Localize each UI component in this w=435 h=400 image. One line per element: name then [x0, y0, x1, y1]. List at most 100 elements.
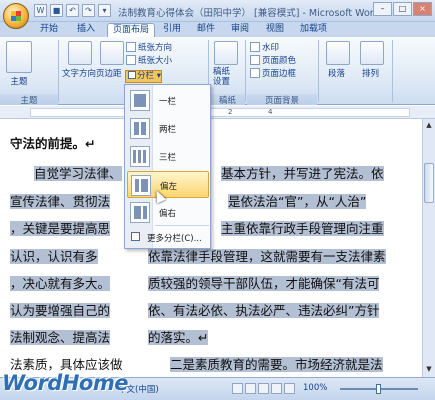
- full-screen-view-icon[interactable]: [245, 383, 256, 394]
- right-column-icon: [130, 202, 150, 223]
- document-line: 主重依靠行政手段管理向注重: [221, 218, 384, 236]
- scroll-up-icon[interactable]: ▲: [424, 121, 434, 131]
- menu-item-right[interactable]: 偏右: [127, 199, 209, 226]
- line-text: ，决心就有多大。: [10, 276, 111, 291]
- menu-item-left[interactable]: 偏左: [127, 171, 209, 198]
- menu-item-label: 三栏: [159, 153, 177, 163]
- manuscript-label: 稿纸 设置: [213, 67, 231, 87]
- paper-size-icon: [126, 55, 136, 65]
- text-direction-label: 文字方向: [62, 69, 97, 79]
- themes-icon[interactable]: [6, 41, 32, 73]
- menu-item-two-columns[interactable]: 两栏: [127, 115, 209, 142]
- document-line: 是依法治“官”，从“人治”: [228, 191, 367, 209]
- redo-icon[interactable]: ↷: [82, 4, 95, 17]
- orientation-icon: [126, 42, 136, 52]
- columns-label: 分栏: [137, 71, 155, 81]
- watermark-icon: [250, 42, 260, 52]
- document-page[interactable]: 守法的前提。↵ 自觉学习法律、 基本方针，并写进了宪法。依 宣传法律、贯彻法 是…: [0, 119, 422, 377]
- scroll-down-icon[interactable]: ▼: [424, 365, 434, 375]
- tab-review[interactable]: 审阅: [231, 23, 249, 37]
- line-text: 二是素质教育的需要。市场经济就是法: [170, 357, 383, 372]
- line-text: 质较强的领导干部队伍，才能确保“有法可: [148, 276, 380, 291]
- manuscript-icon[interactable]: [214, 41, 238, 65]
- paragraph-icon[interactable]: [326, 41, 350, 65]
- menu-item-three-columns[interactable]: 三栏: [127, 143, 209, 170]
- menu-item-more-columns[interactable]: 更多分栏(C)...: [127, 230, 209, 244]
- one-column-icon: [130, 90, 150, 111]
- two-columns-icon: [130, 118, 150, 139]
- office-button[interactable]: [3, 3, 29, 29]
- page-color-label: 页面颜色: [262, 56, 297, 66]
- zoom-slider-knob[interactable]: [376, 384, 381, 394]
- page-borders-button[interactable]: 页面边框: [250, 68, 296, 80]
- arrange-icon[interactable]: [360, 41, 384, 65]
- tab-references[interactable]: 引用: [163, 23, 181, 37]
- tab-insert[interactable]: 插入: [77, 23, 95, 37]
- watermark-button[interactable]: 水印: [250, 42, 279, 54]
- undo-icon[interactable]: ↶: [66, 4, 79, 17]
- document-line: 法素质，具体应该做: [10, 357, 123, 372]
- document-line: 认为要增强自己的: [10, 300, 111, 318]
- tab-page-layout[interactable]: 页面布局: [107, 23, 156, 37]
- separator: [318, 40, 319, 102]
- document-line: 的落实。↵: [148, 327, 209, 345]
- close-button[interactable]: ×: [413, 2, 432, 16]
- zoom-slider[interactable]: [340, 384, 418, 394]
- margins-label: 页边距: [96, 69, 122, 79]
- text-direction-icon[interactable]: [68, 41, 92, 65]
- quick-access-toolbar: W ■ ↶ ↷ ▾: [34, 4, 111, 17]
- tab-view[interactable]: 视图: [266, 23, 284, 37]
- maximize-button[interactable]: □: [393, 2, 412, 16]
- document-line: 依、有法必依、执法必严、违法必纠”方针: [148, 300, 380, 318]
- document-line: 自觉学习法律、: [34, 163, 122, 181]
- line-text: 认识，认识有多: [10, 249, 98, 264]
- document-line: 二是素质教育的需要。市场经济就是法: [170, 354, 383, 372]
- left-column-icon: [131, 175, 151, 196]
- line-text: 认为要增强自己的: [10, 303, 111, 318]
- ruler-number: 2: [228, 108, 233, 116]
- group-themes: 主题: [0, 94, 58, 106]
- zoom-level[interactable]: 100%: [303, 383, 327, 393]
- menu-item-label: 更多分栏(C)...: [147, 234, 202, 244]
- customize-qat-icon[interactable]: ▾: [98, 4, 111, 17]
- orientation-button[interactable]: 纸张方向: [126, 42, 172, 54]
- tab-home[interactable]: 开始: [40, 23, 58, 37]
- menu-item-one-column[interactable]: 一栏: [127, 87, 209, 114]
- page-color-icon: [250, 55, 260, 65]
- web-layout-view-icon[interactable]: [258, 383, 269, 394]
- scroll-thumb[interactable]: [424, 163, 434, 203]
- separator: [245, 40, 246, 102]
- themes-label: 主题: [10, 77, 28, 87]
- ribbon-tabs: 开始 插入 页面布局 引用 邮件 审阅 视图 加载项: [0, 22, 435, 37]
- tab-mailings[interactable]: 邮件: [197, 23, 215, 37]
- menu-separator: [155, 225, 209, 226]
- line-text: 的落实。↵: [148, 330, 209, 345]
- group-manuscript: 稿纸: [210, 94, 245, 106]
- page-borders-icon: [250, 68, 260, 78]
- tab-add-ins[interactable]: 加载项: [300, 23, 327, 37]
- separator: [392, 40, 393, 102]
- vertical-scrollbar[interactable]: ▲ ▼: [422, 119, 435, 377]
- view-buttons: [232, 383, 295, 394]
- draft-view-icon[interactable]: [284, 383, 295, 394]
- size-button[interactable]: 纸张大小: [126, 55, 172, 67]
- minimize-button[interactable]: –: [373, 2, 392, 16]
- print-layout-view-icon[interactable]: [232, 383, 243, 394]
- line-text: 是依法治“官”，从“人治”: [228, 194, 367, 209]
- save-icon[interactable]: ■: [50, 4, 63, 17]
- margins-icon[interactable]: [100, 41, 124, 65]
- line-text: ，关键是要提高思: [10, 221, 111, 236]
- line-text: 基本方针，并写进了宪法。依: [221, 166, 384, 181]
- title-bar: W ■ ↶ ↷ ▾ 法制教育心得体会（田阳中学） [兼容模式] - Micros…: [0, 0, 435, 29]
- wordhome-logo: WordHome: [2, 371, 128, 395]
- ruler[interactable]: 2 4: [0, 106, 435, 119]
- page-borders-label: 页面边框: [262, 69, 297, 79]
- outline-view-icon[interactable]: [271, 383, 282, 394]
- columns-button[interactable]: 分栏 ▾: [125, 70, 162, 83]
- menu-item-label: 一栏: [159, 97, 177, 107]
- page-color-button[interactable]: 页面颜色: [250, 55, 296, 67]
- columns-dropdown: 一栏 两栏 三栏 偏左 偏右 更多分栏(C)...: [124, 84, 211, 249]
- line-text: 法制观念、提高法: [10, 330, 111, 345]
- document-line: 基本方针，并写进了宪法。依: [221, 163, 384, 181]
- line-text: 宣传法律、贯彻法: [10, 194, 111, 209]
